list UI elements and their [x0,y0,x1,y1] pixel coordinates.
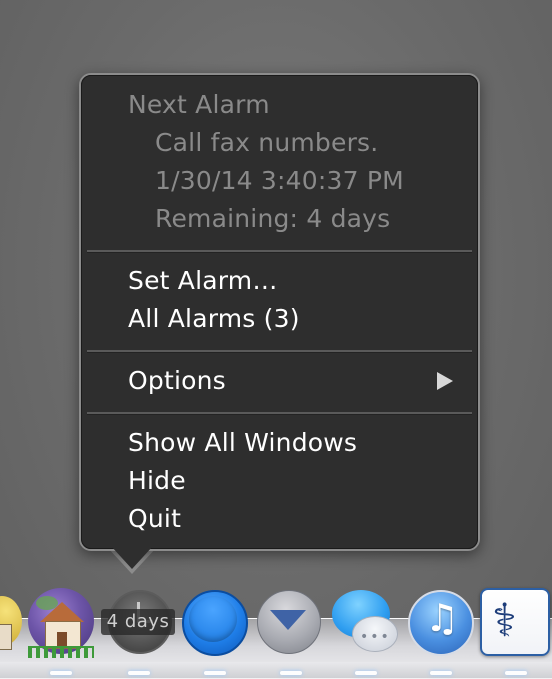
typing-dots-icon: ••• [360,629,391,645]
chevron-down-icon [270,610,306,630]
dock-context-menu: Next Alarm Call fax numbers. 1/30/14 3:4… [79,73,480,551]
running-indicator [204,671,226,675]
menu-item-set-alarm[interactable]: Set Alarm… [128,266,278,296]
yellow-app-icon-detail [0,624,12,650]
menu-item-all-alarms[interactable]: All Alarms (3) [128,304,300,334]
running-indicator [430,671,452,675]
dock-badge: 4 days [101,609,175,635]
music-note-icon: ♫ [425,596,460,640]
running-indicator [280,671,302,675]
menu-item-show-all-windows[interactable]: Show All Windows [128,428,357,458]
menu-pointer-fill [111,546,153,569]
house-roof [40,602,84,622]
next-alarm-heading: Next Alarm [128,90,270,119]
running-indicator [505,671,527,675]
medical-caduceus-icon[interactable]: ⚕ [479,588,550,658]
yellow-app-icon[interactable] [0,588,22,650]
menu-item-hide[interactable]: Hide [128,466,186,496]
menu-item-quit[interactable]: Quit [128,504,181,534]
house-fence [28,646,94,658]
blue-circle-app-icon[interactable] [180,588,250,658]
next-alarm-message: Call fax numbers. [155,128,379,157]
running-indicator [355,671,377,675]
messages-icon[interactable]: ••• [330,588,402,660]
blue-inner [189,596,237,642]
globe-house-icon[interactable] [26,588,98,660]
submenu-arrow-icon [437,372,453,390]
menu-separator [87,350,472,353]
gray-chevron-app-icon[interactable] [255,588,325,658]
dock-shelf-edge [0,662,552,678]
running-indicator [50,671,72,675]
running-indicator [128,671,150,675]
itunes-icon[interactable]: ♫ [406,588,476,658]
menu-separator [87,250,472,253]
menu-separator [87,412,472,415]
next-alarm-datetime: 1/30/14 3:40:37 PM [155,166,404,195]
menu-item-options[interactable]: Options [128,366,226,396]
next-alarm-remaining: Remaining: 4 days [155,204,391,233]
caduceus-icon: ⚕ [492,593,517,647]
house-door [57,632,67,647]
menu-body: Next Alarm Call fax numbers. 1/30/14 3:4… [81,75,478,549]
